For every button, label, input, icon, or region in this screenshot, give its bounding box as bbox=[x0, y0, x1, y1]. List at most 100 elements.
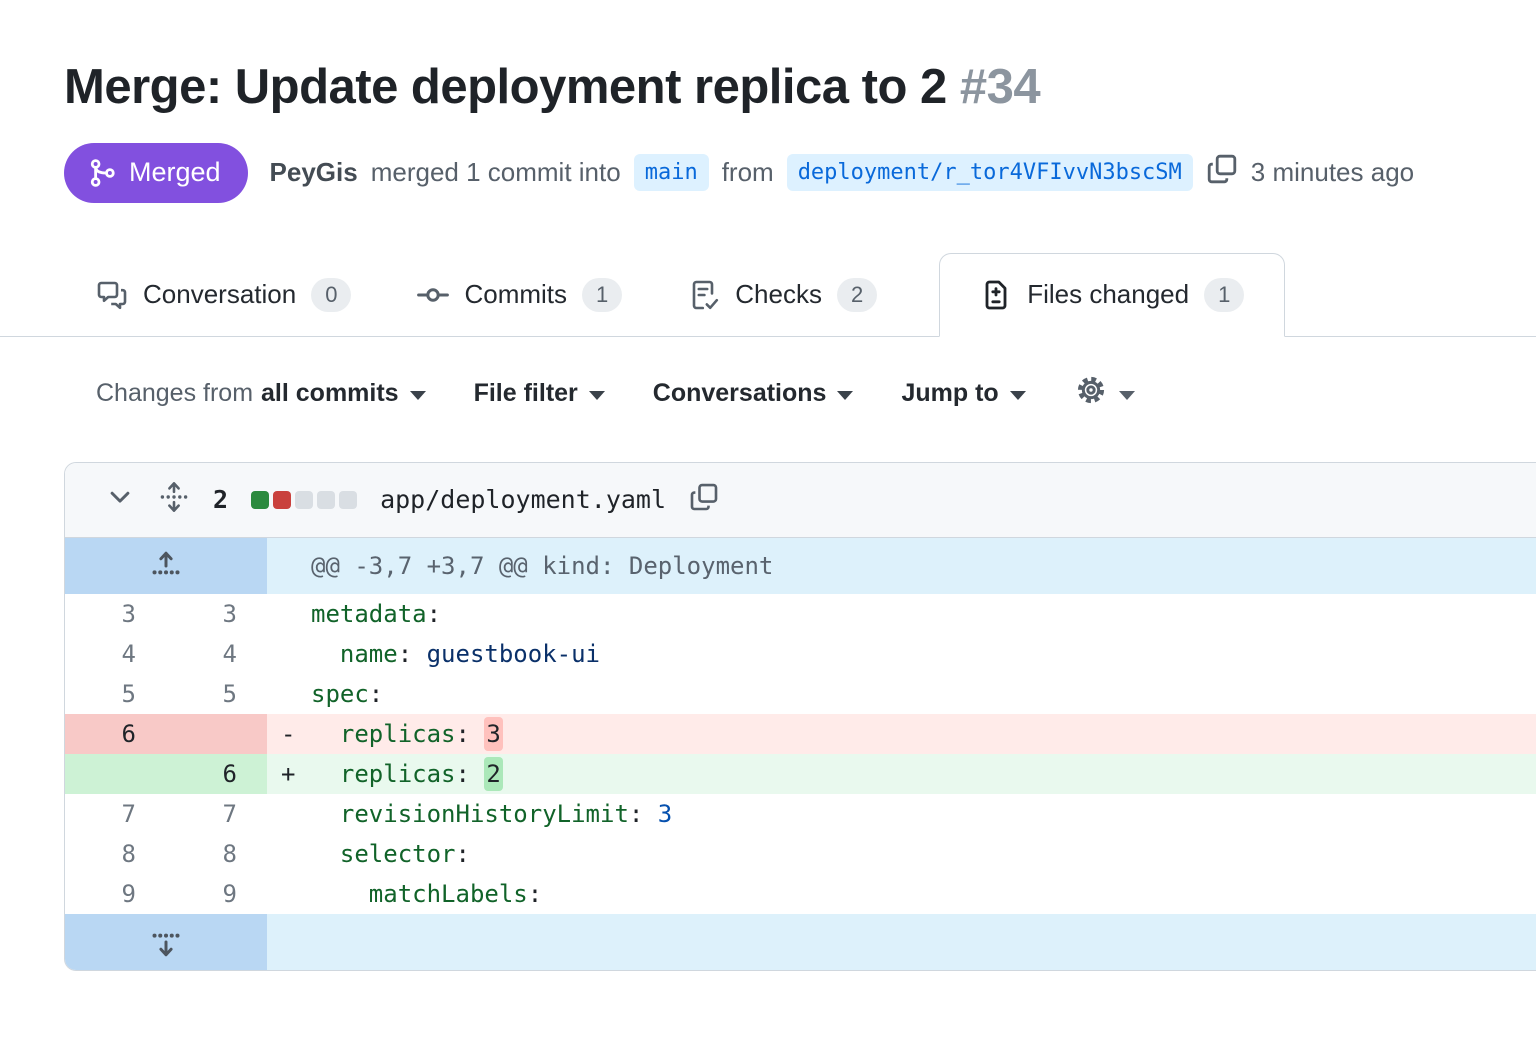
byline-action-text: merged 1 commit into bbox=[371, 157, 621, 188]
diff-line-del: 6- replicas: 3 bbox=[65, 714, 1536, 754]
hunk-header-text: @@ -3,7 +3,7 @@ kind: Deployment bbox=[267, 538, 1536, 594]
tab-files-changed-counter: 1 bbox=[1204, 278, 1244, 312]
new-line-number[interactable]: 5 bbox=[166, 674, 267, 714]
file-name-link[interactable]: app/deployment.yaml bbox=[380, 485, 666, 514]
file-changes-count: 2 bbox=[213, 485, 228, 514]
file-diff-icon bbox=[980, 279, 1012, 311]
base-branch-label[interactable]: main bbox=[634, 154, 709, 191]
new-line-number[interactable] bbox=[166, 714, 267, 754]
diff-sign bbox=[267, 834, 311, 874]
new-line-number[interactable]: 7 bbox=[166, 794, 267, 834]
code-token: selector bbox=[340, 840, 456, 868]
diff-line-context: 88 selector: bbox=[65, 834, 1536, 874]
new-line-number[interactable]: 3 bbox=[166, 594, 267, 634]
diff-line-context: 77 revisionHistoryLimit: 3 bbox=[65, 794, 1536, 834]
code-token: spec bbox=[311, 680, 369, 708]
diffstat-square-deletion bbox=[273, 491, 291, 509]
chevron-down-icon bbox=[410, 391, 426, 400]
old-line-number[interactable]: 7 bbox=[65, 794, 166, 834]
file-filter-label: File filter bbox=[474, 379, 578, 408]
file-diff-header: 2 app/deployment.yaml bbox=[65, 463, 1536, 538]
page-title: Merge: Update deployment replica to 2 #3… bbox=[64, 58, 1536, 117]
diff-sign bbox=[267, 594, 311, 634]
pr-tab-bar: Conversation 0 Commits 1 Checks 2 bbox=[0, 253, 1536, 337]
git-merge-icon bbox=[87, 158, 117, 188]
code-token bbox=[311, 840, 340, 868]
code-line: matchLabels: bbox=[311, 874, 1536, 914]
diff-line-context: 55 spec: bbox=[65, 674, 1536, 714]
tab-commits[interactable]: Commits 1 bbox=[417, 254, 622, 336]
code-token: 3 bbox=[658, 800, 672, 828]
old-line-number[interactable] bbox=[65, 754, 166, 794]
code-token: revisionHistoryLimit bbox=[340, 800, 629, 828]
expand-all-button[interactable] bbox=[158, 481, 190, 518]
collapse-file-button[interactable] bbox=[105, 482, 135, 517]
diff-line-context: 44 name: guestbook-ui bbox=[65, 634, 1536, 674]
pr-author-link[interactable]: PeyGis bbox=[270, 157, 358, 188]
code-token: matchLabels bbox=[369, 880, 528, 908]
conversations-label: Conversations bbox=[653, 379, 827, 408]
jump-to-label: Jump to bbox=[901, 379, 998, 408]
new-line-number[interactable]: 4 bbox=[166, 634, 267, 674]
new-line-number[interactable]: 9 bbox=[166, 874, 267, 914]
copy-file-path-button[interactable] bbox=[689, 482, 719, 517]
diff-sign bbox=[267, 674, 311, 714]
code-token: : bbox=[369, 680, 383, 708]
expand-down-button[interactable] bbox=[65, 914, 267, 970]
diff-settings-dropdown[interactable] bbox=[1074, 373, 1135, 414]
changes-from-dropdown[interactable]: Changes from all commits bbox=[96, 379, 426, 408]
expander-spacer bbox=[267, 914, 1536, 970]
gear-icon bbox=[1074, 373, 1108, 414]
diff-rows: @@ -3,7 +3,7 @@ kind: Deployment33metada… bbox=[65, 538, 1536, 970]
code-token: guestbook-ui bbox=[427, 640, 600, 668]
code-line: metadata: bbox=[311, 594, 1536, 634]
diffstat-square-addition bbox=[251, 491, 269, 509]
code-token: : bbox=[456, 840, 470, 868]
pr-title-text: Merge: Update deployment replica to 2 bbox=[64, 60, 947, 114]
tab-conversation[interactable]: Conversation 0 bbox=[96, 254, 351, 336]
tab-commits-counter: 1 bbox=[582, 278, 622, 312]
tab-checks[interactable]: Checks 2 bbox=[688, 254, 877, 336]
conversations-dropdown[interactable]: Conversations bbox=[653, 379, 854, 408]
diff-sign bbox=[267, 794, 311, 834]
jump-to-dropdown[interactable]: Jump to bbox=[901, 379, 1025, 408]
new-line-number[interactable]: 8 bbox=[166, 834, 267, 874]
code-token bbox=[311, 880, 369, 908]
old-line-number[interactable]: 3 bbox=[65, 594, 166, 634]
code-line: replicas: 2 bbox=[311, 754, 1536, 794]
tab-conversation-counter: 0 bbox=[311, 278, 351, 312]
pr-byline: Merged PeyGis merged 1 commit into main … bbox=[64, 143, 1536, 203]
tab-checks-label: Checks bbox=[735, 279, 822, 310]
changes-from-label: Changes from bbox=[96, 379, 253, 408]
diff-line-context: 99 matchLabels: bbox=[65, 874, 1536, 914]
code-token: replicas bbox=[340, 760, 456, 788]
old-line-number[interactable]: 4 bbox=[65, 634, 166, 674]
new-line-number[interactable]: 6 bbox=[166, 754, 267, 794]
code-line: spec: bbox=[311, 674, 1536, 714]
expand-up-button[interactable] bbox=[65, 538, 267, 594]
old-line-number[interactable]: 6 bbox=[65, 714, 166, 754]
code-line: revisionHistoryLimit: 3 bbox=[311, 794, 1536, 834]
code-token: : bbox=[528, 880, 542, 908]
old-line-number[interactable]: 5 bbox=[65, 674, 166, 714]
old-line-number[interactable]: 8 bbox=[65, 834, 166, 874]
tab-conversation-label: Conversation bbox=[143, 279, 296, 310]
chevron-down-icon bbox=[105, 482, 135, 517]
code-token bbox=[311, 720, 340, 748]
diff-line-add: 6+ replicas: 2 bbox=[65, 754, 1536, 794]
diffstat-square-neutral bbox=[339, 491, 357, 509]
file-filter-dropdown[interactable]: File filter bbox=[474, 379, 605, 408]
old-line-number[interactable]: 9 bbox=[65, 874, 166, 914]
code-token: replicas bbox=[340, 720, 456, 748]
file-diff-card: 2 app/deployment.yaml @@ -3,7 +3,7 @@ ki… bbox=[64, 462, 1536, 971]
head-branch-label[interactable]: deployment/r_tor4VFIvvN3bscSM bbox=[787, 154, 1193, 191]
code-token: : bbox=[456, 760, 485, 788]
chevron-down-icon bbox=[837, 391, 853, 400]
copy-branch-button[interactable] bbox=[1206, 153, 1238, 192]
tab-files-changed[interactable]: Files changed 1 bbox=[939, 253, 1285, 337]
code-token: : bbox=[398, 640, 427, 668]
diffstat bbox=[251, 491, 357, 509]
git-commit-icon bbox=[417, 279, 449, 311]
code-token: name bbox=[340, 640, 398, 668]
pr-timestamp: 3 minutes ago bbox=[1251, 157, 1414, 188]
